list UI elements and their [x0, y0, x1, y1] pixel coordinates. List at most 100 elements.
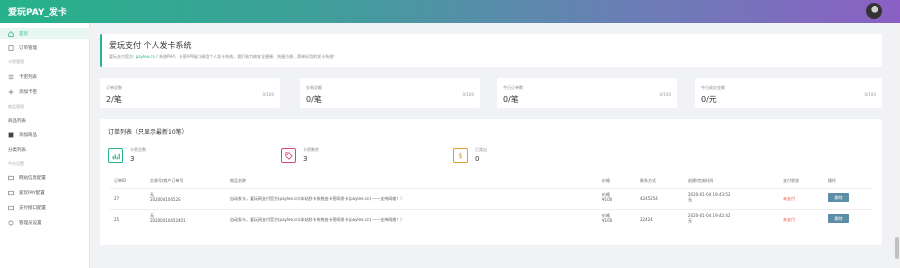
metric-value: 3	[130, 155, 135, 163]
admin-icon	[8, 220, 14, 226]
avatar[interactable]	[866, 3, 882, 19]
contact: 4245254	[640, 196, 658, 201]
add-icon	[8, 89, 14, 95]
stat-label: 交易总额	[306, 85, 322, 90]
welcome-card: 爱玩支付 个人发卡系统 爱玩支付官方: paylee.cn / 系统PHP，卡密…	[100, 34, 882, 67]
metric-label: 已卖出	[475, 147, 487, 152]
sidebar-item-admin[interactable]: 管理员设置	[0, 217, 90, 228]
sidebar-item-pay-config[interactable]: 爱玩PAY配置	[0, 187, 90, 198]
metric-value: 0	[475, 155, 480, 163]
sidebar-item-site-config[interactable]: 网站信息配置	[0, 172, 90, 183]
sidebar-item-api-config[interactable]: 支付接口配置	[0, 202, 90, 213]
stat-card-today-amount: 今日成交金额 0/元 0/100	[695, 78, 882, 108]
column-header: 交易号/商户订单号	[150, 178, 184, 183]
metric-card-sold: $ 已卖出 0	[453, 147, 533, 167]
page-title: 爱玩支付 个人发卡系统	[109, 41, 192, 50]
sidebar-item-label: 卡密列表	[19, 74, 37, 80]
site-icon	[8, 175, 14, 181]
sidebar-item-card-list[interactable]: 卡密列表	[0, 71, 90, 82]
price-value: ¥100	[602, 197, 613, 202]
brand-title[interactable]: 爱玩PAY_发卡	[8, 5, 67, 18]
subtitle-rest: / 系统PHP，卡密API接口调用个人发卡系统，我们致力做安全便捷、快捷方便，简…	[156, 54, 335, 59]
welcome-subtitle: 爱玩支付官方: paylee.cn / 系统PHP，卡密API接口调用个人发卡系…	[109, 54, 335, 60]
metric-card-remaining: 卡密剩余 3	[281, 147, 361, 167]
stat-value: 2/笔	[106, 95, 122, 104]
table-row: 27 无 20200410452S 自动发卡，爱玩网支付官方(paylee.cn…	[110, 188, 872, 208]
column-header: 支付状态	[783, 178, 799, 183]
official-site-link[interactable]: paylee.cn	[136, 54, 155, 59]
create-time: 2020-01-04 19:43:52	[688, 192, 731, 197]
page-scrollbar[interactable]	[894, 23, 900, 268]
finish-time: 无	[688, 197, 692, 202]
orders-title: 订单列表（只显示最新10笔）	[108, 129, 188, 136]
order-id: 27	[114, 196, 120, 201]
pay-icon	[8, 190, 14, 196]
sidebar-section-head: 商品管理	[8, 104, 24, 109]
stat-ratio: 0/100	[864, 92, 876, 97]
tag-icon	[281, 148, 296, 163]
column-header: 联系方式	[640, 178, 656, 183]
scrollbar-thumb[interactable]	[895, 237, 899, 259]
status-badge: 未支付	[783, 196, 795, 201]
status-badge: 未支付	[783, 217, 795, 222]
metric-value: 3	[303, 155, 308, 163]
price: 价格 ¥100	[602, 192, 612, 202]
sidebar-item-label: 支付接口配置	[19, 205, 46, 211]
top-bar: 爱玩PAY_发卡	[0, 0, 900, 23]
stat-ratio: 0/100	[659, 92, 671, 97]
sidebar-item-label: 添加卡密	[19, 89, 37, 95]
subtitle-prefix: 爱玩支付官方:	[109, 54, 135, 59]
sidebar-item-goods-list[interactable]: 商品列表	[0, 115, 90, 126]
time: 2020-01-04 19:43:52 无	[688, 192, 730, 202]
orders-card: 订单列表（只显示最新10笔） 卡密总数 3 卡密剩余 3 $ 已卖出 0 订单I…	[100, 119, 882, 245]
stat-value: 0/笔	[503, 95, 519, 104]
sidebar-item-label: 网站信息配置	[19, 175, 46, 181]
bar-chart-icon	[108, 148, 123, 163]
stat-card-total-amount: 交易总额 0/笔 0/100	[300, 78, 480, 108]
trade-no: 无 20200410452S	[150, 192, 181, 202]
sidebar-item-orders[interactable]: 订单管理	[0, 42, 90, 53]
sidebar-section-head: 卡密管理	[8, 59, 24, 64]
goods-name: 自动发卡，爱玩网支付官方(paylee.cn)本站秒卡系统由卡密网发卡(payl…	[230, 217, 405, 222]
sidebar-item-home[interactable]: 首页	[0, 28, 90, 39]
sidebar-item-add-card[interactable]: 添加卡密	[0, 86, 90, 97]
order-id: 25	[114, 217, 120, 222]
sidebar: 首页 订单管理 卡密管理 卡密列表 添加卡密 商品管理 商品列表 添加商品 分类…	[0, 23, 90, 268]
stat-label: 今日订单数	[503, 85, 523, 90]
add-goods-icon	[8, 132, 14, 138]
sidebar-item-label: 商品列表	[8, 118, 26, 124]
home-icon	[8, 30, 14, 37]
sidebar-item-label: 管理员设置	[19, 220, 42, 226]
sidebar-item-label: 添加商品	[19, 132, 37, 138]
order-no-value: 20200410452401	[150, 218, 186, 223]
orders-icon	[8, 44, 14, 51]
delete-button[interactable]: 删除	[828, 214, 849, 223]
metric-label: 卡密总数	[130, 147, 146, 152]
goods-name: 自动发卡，爱玩网支付官方(paylee.cn)本站秒卡系统由卡密网发卡(payl…	[230, 196, 405, 201]
delete-button[interactable]: 删除	[828, 193, 849, 202]
column-header: 操作	[828, 178, 836, 183]
column-header: 订单ID	[114, 178, 127, 183]
column-header: 价格	[602, 178, 610, 183]
orders-table-header: 订单ID 交易号/商户订单号 商品名称 价格 联系方式 创建/完成时间 支付状态…	[110, 176, 872, 186]
stat-value: 0/元	[701, 95, 717, 104]
sidebar-item-label: 分类列表	[8, 147, 26, 153]
sidebar-item-label: 首页	[19, 31, 28, 37]
stat-label: 今日成交金额	[701, 85, 725, 90]
stat-label: 订单总数	[106, 85, 122, 90]
trade-no: 无 20200410452401	[150, 213, 186, 223]
order-no-value: 20200410452S	[150, 197, 181, 202]
finish-time: 无	[688, 218, 692, 223]
time: 2020-01-04 19:42:42 无	[688, 213, 730, 223]
price: 价格 ¥100	[602, 213, 612, 223]
column-header: 商品名称	[230, 178, 246, 183]
sidebar-item-label: 爱玩PAY配置	[19, 190, 45, 196]
stat-value: 0/笔	[306, 95, 322, 104]
stat-ratio: 0/100	[262, 92, 274, 97]
sidebar-item-category[interactable]: 分类列表	[0, 144, 90, 155]
sidebar-item-add-goods[interactable]: 添加商品	[0, 129, 90, 140]
sidebar-section-head: 平台设置	[8, 161, 24, 166]
column-header: 创建/完成时间	[688, 178, 714, 183]
stat-ratio: 0/100	[462, 92, 474, 97]
create-time: 2020-01-04 19:42:42	[688, 213, 731, 218]
